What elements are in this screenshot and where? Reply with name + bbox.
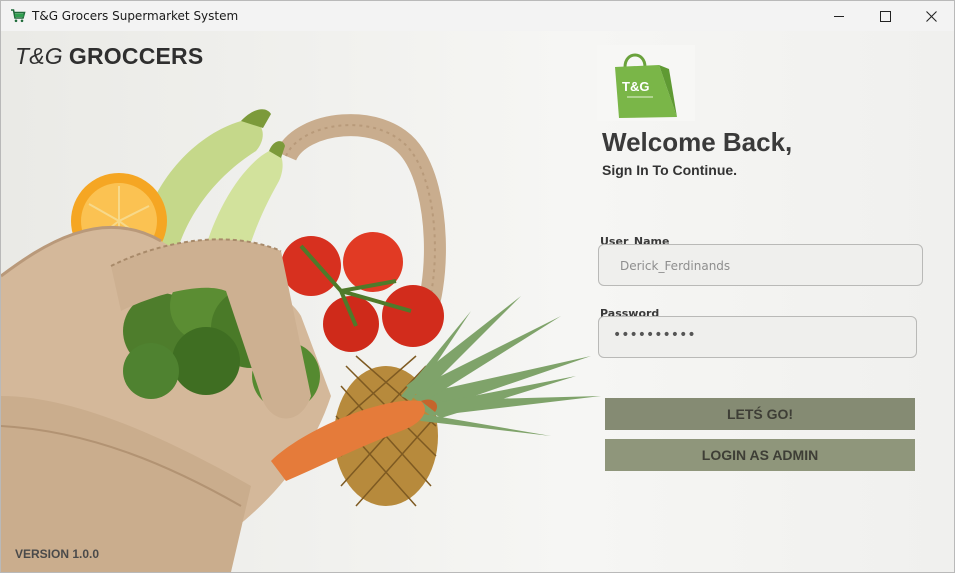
password-field[interactable]: ••••••••••	[598, 316, 917, 358]
maximize-icon	[879, 10, 891, 22]
username-value: Derick_Ferdinands	[620, 259, 731, 273]
maximize-button[interactable]	[862, 1, 908, 31]
store-logo: T&G	[597, 45, 695, 121]
version-label: VERSION 1.0.0	[15, 547, 100, 561]
cart-icon	[11, 9, 26, 23]
minimize-icon	[834, 16, 844, 17]
login-screen: T&G GROCCERS VERSION 1.0.0 T&G Welcome B…	[1, 31, 954, 572]
close-button[interactable]	[908, 1, 954, 31]
title-bar[interactable]: T&G Grocers Supermarket System	[1, 1, 954, 31]
window-title: T&G Grocers Supermarket System	[32, 9, 239, 23]
lets-go-button[interactable]: LETŚ GO!	[605, 398, 915, 430]
welcome-subheading: Sign In To Continue.	[602, 162, 738, 178]
welcome-heading: Welcome Back,	[602, 127, 793, 157]
username-field[interactable]: Derick_Ferdinands	[598, 244, 923, 286]
password-value: ••••••••••	[613, 327, 696, 343]
shopping-bag-logo-icon: T&G	[615, 53, 677, 118]
grocery-bag-image	[1, 109, 601, 572]
logo-text: T&G	[622, 79, 649, 94]
login-as-admin-button[interactable]: LOGIN AS ADMIN	[605, 439, 915, 471]
close-icon	[925, 10, 937, 22]
minimize-button[interactable]	[816, 1, 862, 31]
window-controls	[816, 1, 954, 31]
app-window: T&G Grocers Supermarket System T&G GROCCE…	[0, 0, 955, 573]
